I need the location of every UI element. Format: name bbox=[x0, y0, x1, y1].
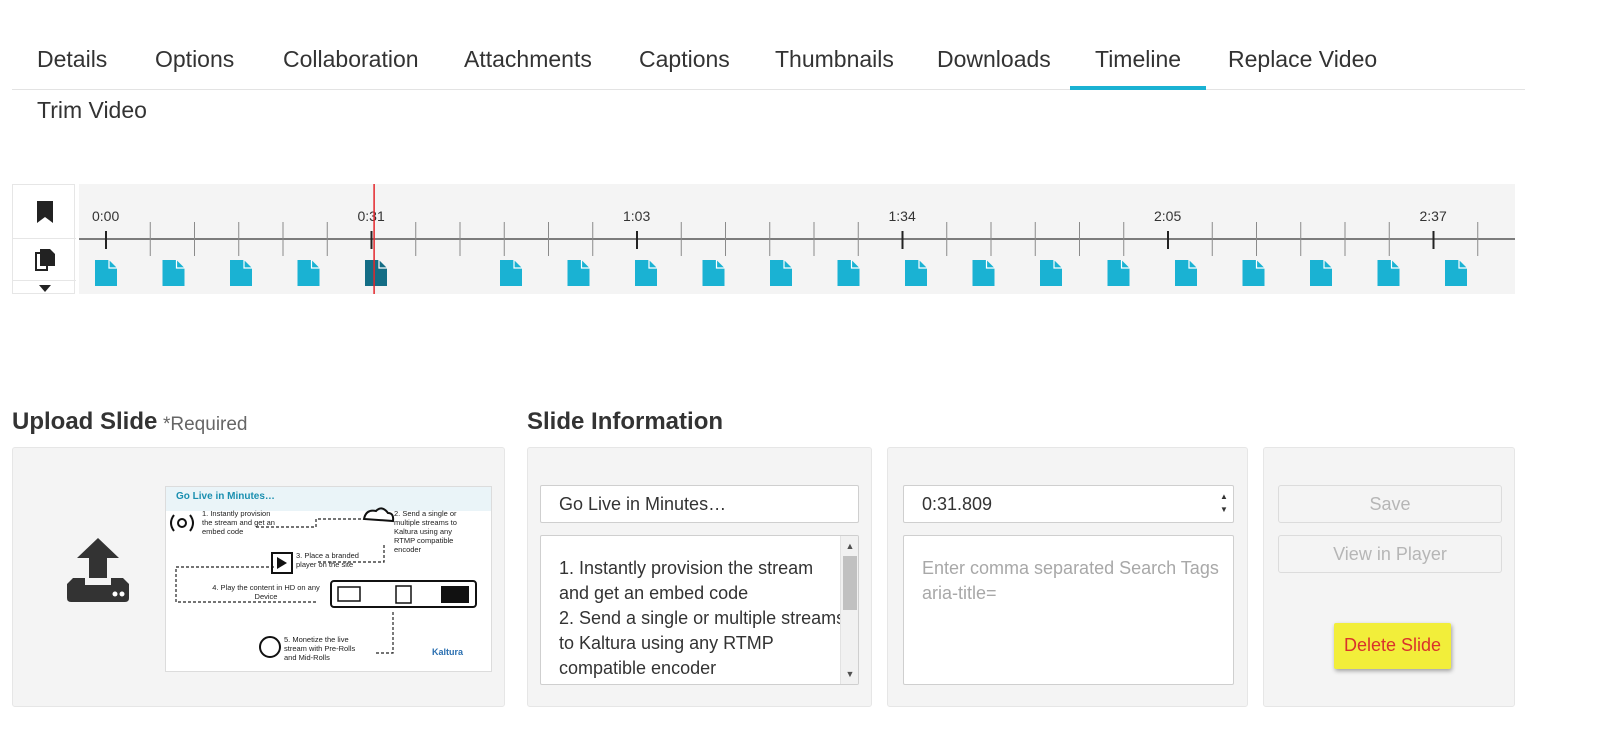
upload-icon bbox=[67, 538, 129, 602]
slide-marker-icon[interactable] bbox=[1242, 260, 1265, 286]
tab-replace-video[interactable]: Replace Video bbox=[1203, 42, 1402, 90]
slide-marker-icon[interactable] bbox=[1107, 260, 1130, 286]
caret-down-icon bbox=[38, 284, 51, 292]
tab-trim-video[interactable]: Trim Video bbox=[12, 90, 172, 130]
slide-title-input[interactable]: Go Live in Minutes… bbox=[540, 485, 859, 523]
slide-marker-icon[interactable] bbox=[567, 260, 590, 286]
slide-marker-icon[interactable] bbox=[162, 260, 185, 286]
kaltura-logo: Kaltura bbox=[432, 647, 464, 657]
timeline-tick-label: 1:03 bbox=[623, 208, 650, 224]
slide-preview-step4: 4. Play the content in HD on any Device bbox=[212, 583, 320, 601]
slide-preview-step5: 5. Monetize the live stream with Pre-Rol… bbox=[284, 635, 356, 662]
scroll-up-arrow-icon[interactable]: ▲ bbox=[841, 539, 858, 553]
slide-marker-icon[interactable] bbox=[702, 260, 725, 286]
tags-placeholder: Enter comma separated Search Tags bbox=[922, 558, 1219, 578]
slide-marker-icon[interactable] bbox=[770, 260, 792, 286]
slides-button[interactable] bbox=[13, 239, 76, 281]
tab-collaboration[interactable]: Collaboration bbox=[258, 42, 444, 90]
bookmark-icon bbox=[36, 200, 53, 223]
slide-marker-icon[interactable] bbox=[905, 260, 927, 286]
description-line: 2. Send a single or multiple streams bbox=[559, 608, 846, 628]
save-button[interactable]: Save bbox=[1278, 485, 1502, 523]
slide-marker-icon[interactable] bbox=[1445, 260, 1467, 286]
slide-time-input[interactable]: 0:31.809 ▲ ▼ bbox=[903, 485, 1234, 523]
search-tags-textarea[interactable]: Enter comma separated Search Tags aria-t… bbox=[903, 535, 1234, 685]
slide-marker-icon[interactable] bbox=[837, 260, 860, 286]
bookmark-button[interactable] bbox=[13, 185, 76, 239]
timeline[interactable]: 0:00 0:31 1:03 1:34 2:05 2:37 bbox=[79, 184, 1515, 294]
time-stepper[interactable]: ▲ ▼ bbox=[1219, 490, 1229, 518]
slide-marker-icon[interactable] bbox=[230, 260, 252, 286]
slide-marker-icon[interactable] bbox=[365, 260, 387, 286]
tab-attachments[interactable]: Attachments bbox=[439, 42, 617, 90]
tab-options[interactable]: Options bbox=[130, 42, 259, 90]
tags-placeholder: aria-title= bbox=[922, 583, 997, 603]
timeline-track: 0:00 0:31 1:03 1:34 2:05 2:37 bbox=[79, 184, 1515, 294]
slide-preview-step3: 3. Place a branded player on the site bbox=[296, 551, 359, 569]
timeline-tick-label: 1:34 bbox=[889, 208, 916, 224]
scroll-down-arrow-icon[interactable]: ▼ bbox=[841, 667, 858, 681]
tab-timeline[interactable]: Timeline bbox=[1070, 42, 1207, 90]
slide-marker-icon[interactable] bbox=[1377, 260, 1400, 286]
slide-text-panel: Go Live in Minutes… 1. Instantly provisi… bbox=[527, 447, 872, 707]
description-line: compatible encoder bbox=[559, 658, 717, 678]
delete-slide-button[interactable]: Delete Slide bbox=[1334, 623, 1451, 669]
slide-marker-icon[interactable] bbox=[635, 260, 657, 286]
expand-button[interactable] bbox=[13, 281, 76, 295]
slide-information-heading: Slide Information bbox=[527, 408, 724, 435]
slide-marker-icon[interactable] bbox=[500, 260, 522, 286]
view-in-player-button[interactable]: View in Player bbox=[1278, 535, 1502, 573]
timeline-tick-label: 0:31 bbox=[358, 208, 385, 224]
description-line: to Kaltura using any RTMP bbox=[559, 633, 774, 653]
upload-slide-heading: Upload Slide bbox=[12, 408, 158, 435]
tab-captions[interactable]: Captions bbox=[614, 42, 755, 90]
slide-preview-title: Go Live in Minutes… bbox=[176, 491, 275, 502]
description-scrollbar[interactable]: ▲ ▼ bbox=[840, 536, 858, 684]
upload-panel: Go Live in Minutes… 1. Instantly provisi… bbox=[12, 447, 505, 707]
slide-description-textarea[interactable]: 1. Instantly provision the stream and ge… bbox=[540, 535, 859, 685]
slide-marker-icon[interactable] bbox=[1040, 260, 1062, 286]
slide-marker-icon[interactable] bbox=[297, 260, 320, 286]
tab-thumbnails[interactable]: Thumbnails bbox=[750, 42, 919, 90]
description-line: 1. Instantly provision the stream bbox=[559, 558, 814, 578]
slide-preview: Go Live in Minutes… 1. Instantly provisi… bbox=[165, 486, 492, 672]
slide-marker-icon[interactable] bbox=[972, 260, 995, 286]
slide-preview-step2: 2. Send a single or multiple streams to … bbox=[394, 509, 457, 554]
actions-panel: Save View in Player Delete Slide bbox=[1263, 447, 1515, 707]
required-note: *Required bbox=[163, 414, 248, 435]
tab-downloads[interactable]: Downloads bbox=[912, 42, 1076, 90]
scrollbar-thumb[interactable] bbox=[843, 556, 857, 610]
slide-marker-icon[interactable] bbox=[1175, 260, 1197, 286]
slide-meta-panel: 0:31.809 ▲ ▼ Enter comma separated Search… bbox=[887, 447, 1248, 707]
slide-marker-icon[interactable] bbox=[1310, 260, 1332, 286]
timeline-tick-label: 2:37 bbox=[1420, 208, 1447, 224]
tab-bar: Details Options Collaboration Attachment… bbox=[12, 30, 1525, 90]
timeline-tick-label: 0:00 bbox=[92, 208, 119, 224]
timeline-tick-label: 2:05 bbox=[1154, 208, 1181, 224]
slide-time-value: 0:31.809 bbox=[922, 494, 993, 514]
tab-details[interactable]: Details bbox=[12, 42, 132, 90]
upload-button[interactable] bbox=[65, 538, 131, 607]
slide-marker-icon[interactable] bbox=[95, 260, 117, 286]
timeline-side-toolbar bbox=[12, 184, 76, 295]
copy-slides-icon bbox=[34, 248, 55, 271]
description-line: and get an embed code bbox=[559, 583, 749, 603]
slide-preview-step1: 1. Instantly provision the stream and ge… bbox=[202, 509, 275, 536]
